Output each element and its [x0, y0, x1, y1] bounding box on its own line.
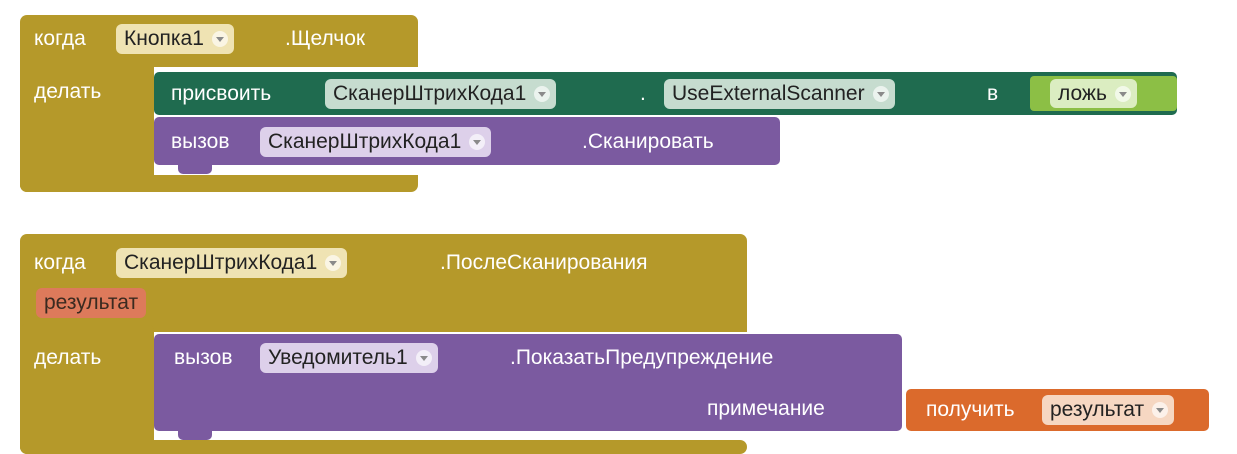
component-dropdown-button[interactable]: Кнопка1 [116, 24, 234, 54]
chevron-down-icon[interactable] [1114, 85, 1131, 102]
property-name: UseExternalScanner [672, 82, 865, 105]
variable-name: результат [1050, 398, 1145, 421]
chevron-down-icon[interactable] [469, 134, 486, 150]
call-show-alert-block[interactable]: вызов Уведомитель1 .ПоказатьПредупрежден… [154, 334, 902, 431]
event-name: .Щелчок [285, 27, 366, 50]
property-dropdown[interactable]: UseExternalScanner [664, 79, 895, 109]
block-notch [178, 164, 212, 174]
component-name: Кнопка1 [124, 27, 204, 50]
component-name: СканерШтрихКода1 [124, 251, 318, 274]
event-name: .ПослеСканирования [440, 251, 648, 274]
false-value: ложь [1058, 81, 1107, 105]
do-keyword: делать [34, 346, 102, 369]
chevron-down-icon[interactable] [1152, 402, 1169, 418]
variable-dropdown[interactable]: результат [1042, 395, 1175, 425]
chevron-down-icon[interactable] [534, 86, 551, 102]
notifier-component-name: Уведомитель1 [268, 346, 408, 369]
get-keyword: получить [926, 398, 1015, 421]
logic-false-block[interactable]: ложь [1030, 76, 1177, 111]
set-component-name: СканерШтрихКода1 [333, 82, 527, 105]
argument-label: примечание [707, 397, 825, 420]
call-component-name: СканерШтрихКода1 [268, 130, 462, 153]
block-notch [178, 430, 212, 440]
chevron-down-icon[interactable] [211, 31, 228, 47]
false-dropdown[interactable]: ложь [1050, 79, 1137, 108]
when-keyword: когда [34, 27, 86, 50]
component-dropdown-scanner[interactable]: СканерШтрихКода1 [116, 248, 348, 278]
do-keyword: делать [34, 80, 102, 103]
when-keyword: когда [34, 251, 86, 274]
call-method-name: .ПоказатьПредупреждение [510, 346, 774, 369]
get-variable-block[interactable]: получить результат [906, 389, 1209, 431]
set-property-block[interactable]: присвоить СканерШтрихКода1 . UseExternal… [154, 72, 1177, 115]
event-block-footer [20, 175, 418, 192]
event-block-left-bar [20, 324, 154, 454]
chevron-down-icon[interactable] [872, 86, 889, 102]
notifier-component-dropdown[interactable]: Уведомитель1 [260, 343, 438, 373]
result-parameter[interactable]: результат [36, 288, 147, 318]
chevron-down-icon[interactable] [325, 255, 342, 271]
set-component-dropdown[interactable]: СканерШтрихКода1 [325, 79, 557, 109]
call-keyword: вызов [171, 130, 230, 153]
chevron-down-icon[interactable] [415, 350, 432, 366]
property-dot: . [640, 82, 646, 105]
to-keyword: в [987, 82, 999, 105]
call-keyword: вызов [174, 346, 233, 369]
call-component-dropdown[interactable]: СканерШтрихКода1 [260, 127, 492, 157]
set-keyword: присвоить [171, 82, 272, 105]
event-block-left-bar [20, 55, 154, 192]
call-scan-block[interactable]: вызов СканерШтрихКода1 .Сканировать [154, 117, 780, 165]
call-method-name: .Сканировать [582, 130, 714, 153]
